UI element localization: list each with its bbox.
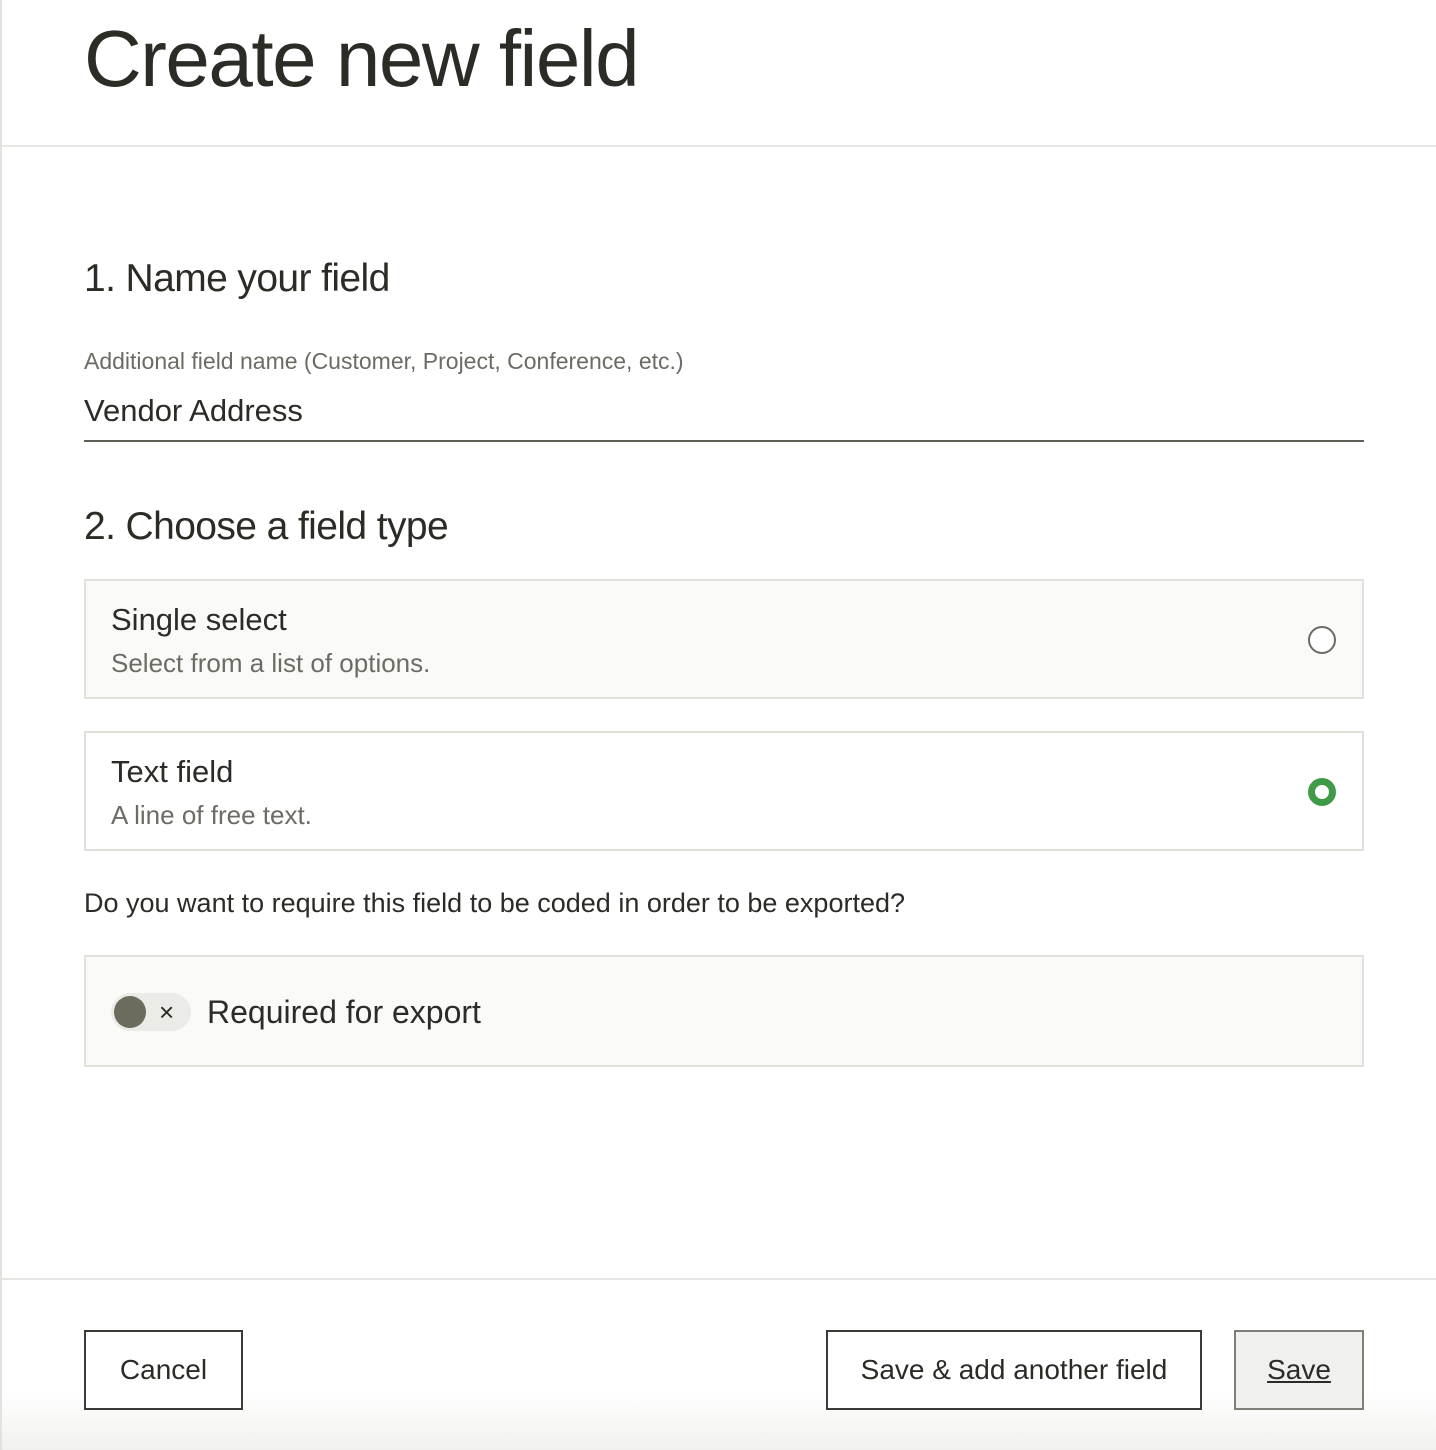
export-question: Do you want to require this field to be … xyxy=(84,888,906,918)
section-heading-name: 1. Name your field xyxy=(84,257,390,300)
required-export-toggle[interactable]: × xyxy=(111,993,191,1031)
modal-footer: Cancel Save & add another field Save xyxy=(2,1278,1436,1450)
toggle-label: Required for export xyxy=(207,994,481,1030)
section-heading-type: 2. Choose a field type xyxy=(84,505,449,548)
option-description: Select from a list of options. xyxy=(111,648,431,678)
option-description: A line of free text. xyxy=(111,800,312,830)
option-text-field[interactable]: Text field A line of free text. xyxy=(84,731,1364,851)
save-and-add-button[interactable]: Save & add another field xyxy=(826,1330,1202,1410)
close-icon: × xyxy=(159,997,175,1027)
toggle-knob xyxy=(114,996,146,1028)
required-export-card: × Required for export xyxy=(84,955,1364,1067)
modal-header: Create new field xyxy=(2,0,1436,147)
page-title: Create new field xyxy=(84,14,640,103)
field-name-input[interactable] xyxy=(84,382,1364,442)
option-title: Text field xyxy=(111,754,234,789)
save-button[interactable]: Save xyxy=(1234,1330,1364,1410)
radio-checked-icon[interactable] xyxy=(1308,778,1336,806)
cancel-button[interactable]: Cancel xyxy=(84,1330,243,1410)
radio-unchecked-icon[interactable] xyxy=(1308,626,1336,654)
create-field-modal: Create new field 1. Name your field Addi… xyxy=(0,0,1436,1450)
option-title: Single select xyxy=(111,602,287,637)
option-single-select[interactable]: Single select Select from a list of opti… xyxy=(84,579,1364,699)
field-name-label: Additional field name (Customer, Project… xyxy=(84,348,684,374)
